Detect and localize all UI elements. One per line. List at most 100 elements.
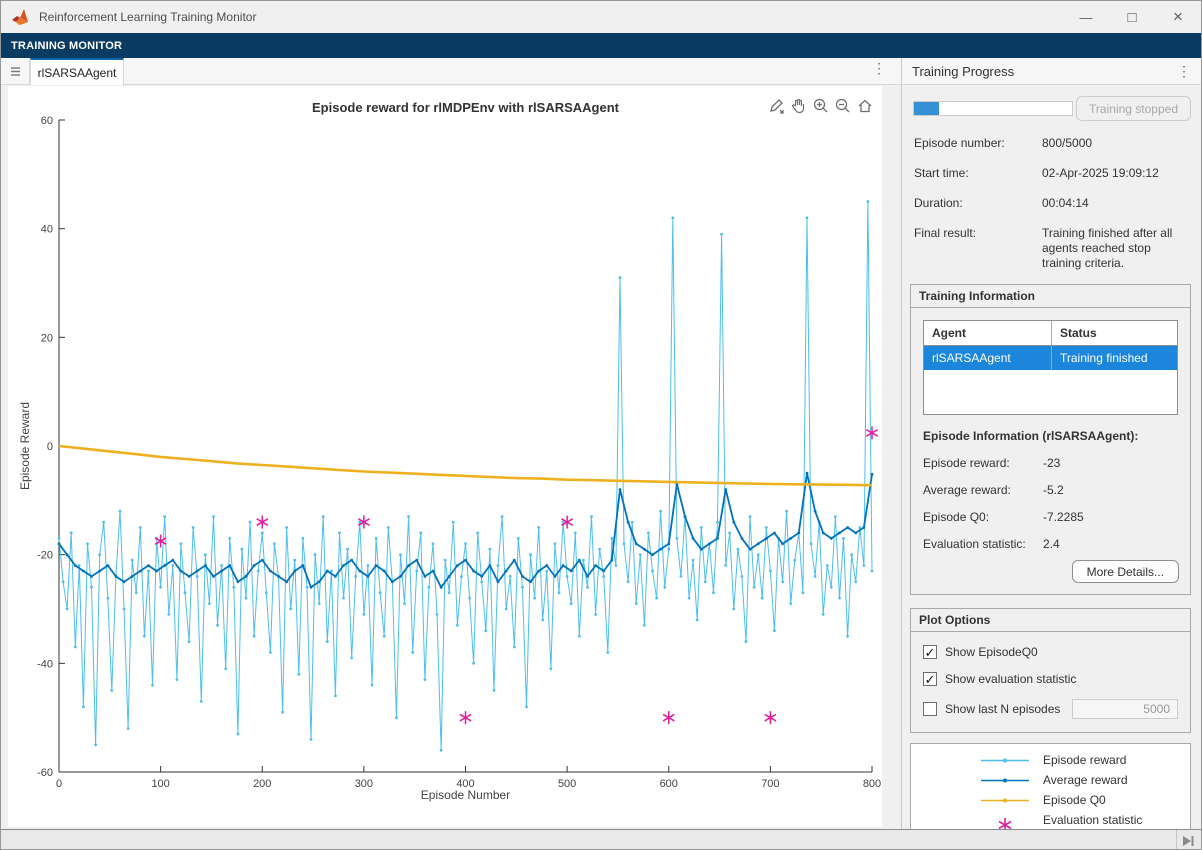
episode-reward-value: -23 bbox=[1043, 456, 1060, 470]
show-last-n-episodes-row: Show last N episodes bbox=[923, 699, 1178, 719]
close-button[interactable]: × bbox=[1155, 1, 1201, 33]
episode-reward-label: Episode reward: bbox=[923, 456, 1043, 470]
duration-label: Duration: bbox=[914, 196, 1042, 211]
table-row-rlsarsaagent[interactable]: rlSARSAAgent Training finished bbox=[924, 346, 1177, 370]
final-result-value: Training finished after all agents reach… bbox=[1042, 226, 1189, 271]
n-episodes-input[interactable] bbox=[1072, 699, 1178, 719]
export-button[interactable] bbox=[767, 96, 786, 115]
episode-information-title: Episode Information (rlSARSAAgent): bbox=[923, 429, 1178, 443]
start-time-label: Start time: bbox=[914, 166, 1042, 181]
tab-label: rlSARSAAgent bbox=[38, 66, 117, 80]
training-progress-panel: Training stopped Episode number: 800/500… bbox=[901, 85, 1201, 829]
show-episodeq0-row: ✓ Show EpisodeQ0 bbox=[923, 645, 1178, 659]
legend-label: Average reward bbox=[1043, 773, 1128, 787]
evaluation-statistic-value: 2.4 bbox=[1043, 537, 1060, 551]
svg-text:-60: -60 bbox=[37, 767, 53, 779]
svg-text:200: 200 bbox=[253, 778, 271, 790]
restore-view-button[interactable] bbox=[855, 96, 874, 115]
bottom-bar-divider bbox=[1176, 830, 1177, 850]
show-evaluation-statistic-checkbox[interactable]: ✓ bbox=[923, 672, 937, 686]
svg-text:700: 700 bbox=[761, 778, 779, 790]
average-reward-label: Average reward: bbox=[923, 483, 1043, 497]
tab-rlsarsaagent[interactable]: rlSARSAAgent bbox=[30, 58, 124, 85]
document-list-button[interactable] bbox=[1, 58, 30, 84]
show-episodeq0-label: Show EpisodeQ0 bbox=[945, 645, 1038, 659]
progress-fill bbox=[914, 102, 939, 115]
expand-panel-button[interactable] bbox=[1180, 833, 1196, 849]
svg-text:-20: -20 bbox=[37, 550, 53, 562]
episode-q0-row: Episode Q0: -7.2285 bbox=[923, 510, 1178, 524]
show-evaluation-statistic-label: Show evaluation statistic bbox=[945, 672, 1076, 686]
svg-text:20: 20 bbox=[41, 332, 53, 344]
svg-text:60: 60 bbox=[41, 115, 53, 127]
evaluation-statistic-row: Evaluation statistic: 2.4 bbox=[923, 537, 1178, 551]
bottom-status-bar bbox=[1, 829, 1201, 850]
panel-title: Training Progress bbox=[912, 64, 1014, 79]
svg-text:600: 600 bbox=[660, 778, 678, 790]
show-episodeq0-checkbox[interactable]: ✓ bbox=[923, 645, 937, 659]
maximize-button[interactable]: □ bbox=[1109, 1, 1155, 33]
figure-area: Episode reward for rlMDPEnv with rlSARSA… bbox=[1, 85, 901, 829]
show-evaluation-statistic-row: ✓ Show evaluation statistic bbox=[923, 672, 1178, 686]
agent-column-header: Agent bbox=[924, 321, 1052, 345]
minimize-button[interactable]: — bbox=[1063, 1, 1109, 33]
training-information-title: Training Information bbox=[911, 285, 1190, 308]
training-progress-header: Training Progress ⋮ bbox=[901, 58, 1201, 85]
more-details-button[interactable]: More Details... bbox=[1072, 560, 1179, 583]
legend-item-episode-reward: Episode reward bbox=[977, 753, 1190, 768]
panel-menu-button[interactable]: ⋮ bbox=[1177, 63, 1191, 80]
zoom-out-button[interactable] bbox=[833, 96, 852, 115]
training-progress-bar bbox=[913, 101, 1073, 116]
show-last-n-episodes-checkbox[interactable] bbox=[923, 702, 937, 716]
episode-number-value: 800/5000 bbox=[1042, 136, 1189, 151]
plot-options-title: Plot Options bbox=[911, 609, 1190, 632]
training-information-panel: Training Information Agent Status rlSARS… bbox=[910, 284, 1191, 595]
ribbon: TRAINING MONITOR bbox=[1, 33, 1201, 58]
episode-reward-row: Episode reward: -23 bbox=[923, 456, 1178, 470]
episode-reward-swatch-icon bbox=[977, 753, 1033, 768]
app-window: Reinforcement Learning Training Monitor … bbox=[0, 0, 1202, 850]
legend-label: Episode reward bbox=[1043, 753, 1126, 767]
legend-item-average-reward: Average reward bbox=[977, 773, 1190, 788]
legend-label: Episode Q0 bbox=[1043, 793, 1106, 807]
average-reward-swatch-icon bbox=[977, 773, 1033, 788]
document-list-icon bbox=[10, 66, 21, 77]
start-time-row: Start time: 02-Apr-2025 19:09:12 bbox=[914, 166, 1189, 181]
svg-text:300: 300 bbox=[355, 778, 373, 790]
svg-text:40: 40 bbox=[41, 224, 53, 236]
ribbon-tab-training-monitor[interactable]: TRAINING MONITOR bbox=[1, 33, 132, 58]
duration-value: 00:04:14 bbox=[1042, 196, 1189, 211]
status-column-header: Status bbox=[1052, 321, 1177, 345]
start-time-value: 02-Apr-2025 19:09:12 bbox=[1042, 166, 1189, 181]
episode-reward-chart[interactable]: Episode reward for rlMDPEnv with rlSARSA… bbox=[8, 86, 882, 827]
training-stopped-button[interactable]: Training stopped bbox=[1076, 96, 1191, 121]
title-bar: Reinforcement Learning Training Monitor … bbox=[1, 1, 1201, 33]
home-icon bbox=[856, 97, 874, 115]
average-reward-value: -5.2 bbox=[1043, 483, 1064, 497]
agent-status-table: Agent Status rlSARSAAgent Training finis… bbox=[923, 320, 1178, 415]
episode-number-label: Episode number: bbox=[914, 136, 1042, 151]
zoom-out-icon bbox=[834, 97, 852, 115]
document-tab-strip: rlSARSAAgent ⋮ bbox=[1, 58, 901, 85]
axes-toolbar bbox=[767, 96, 874, 115]
plot-options-panel: Plot Options ✓ Show EpisodeQ0 ✓ Show eva… bbox=[910, 608, 1191, 733]
pan-icon bbox=[790, 97, 808, 115]
legend-item-episode-q0: Episode Q0 bbox=[977, 793, 1190, 808]
more-details-row: More Details... bbox=[911, 560, 1179, 583]
svg-text:800: 800 bbox=[863, 778, 881, 790]
pan-button[interactable] bbox=[789, 96, 808, 115]
svg-text:-40: -40 bbox=[37, 658, 53, 670]
status-cell: Training finished bbox=[1052, 346, 1177, 370]
svg-text:0: 0 bbox=[47, 441, 53, 453]
evaluation-statistic-marker-icon bbox=[977, 813, 1033, 829]
zoom-in-button[interactable] bbox=[811, 96, 830, 115]
final-result-row: Final result: Training finished after al… bbox=[914, 226, 1189, 271]
progress-row: Training stopped bbox=[913, 96, 1191, 121]
agent-cell: rlSARSAAgent bbox=[924, 346, 1052, 370]
export-icon bbox=[768, 97, 786, 115]
episode-number-row: Episode number: 800/5000 bbox=[914, 136, 1189, 151]
tab-strip-overflow-button[interactable]: ⋮ bbox=[871, 60, 887, 77]
duration-row: Duration: 00:04:14 bbox=[914, 196, 1189, 211]
svg-text:Episode Reward: Episode Reward bbox=[18, 402, 32, 490]
window-controls: — □ × bbox=[1063, 1, 1201, 33]
